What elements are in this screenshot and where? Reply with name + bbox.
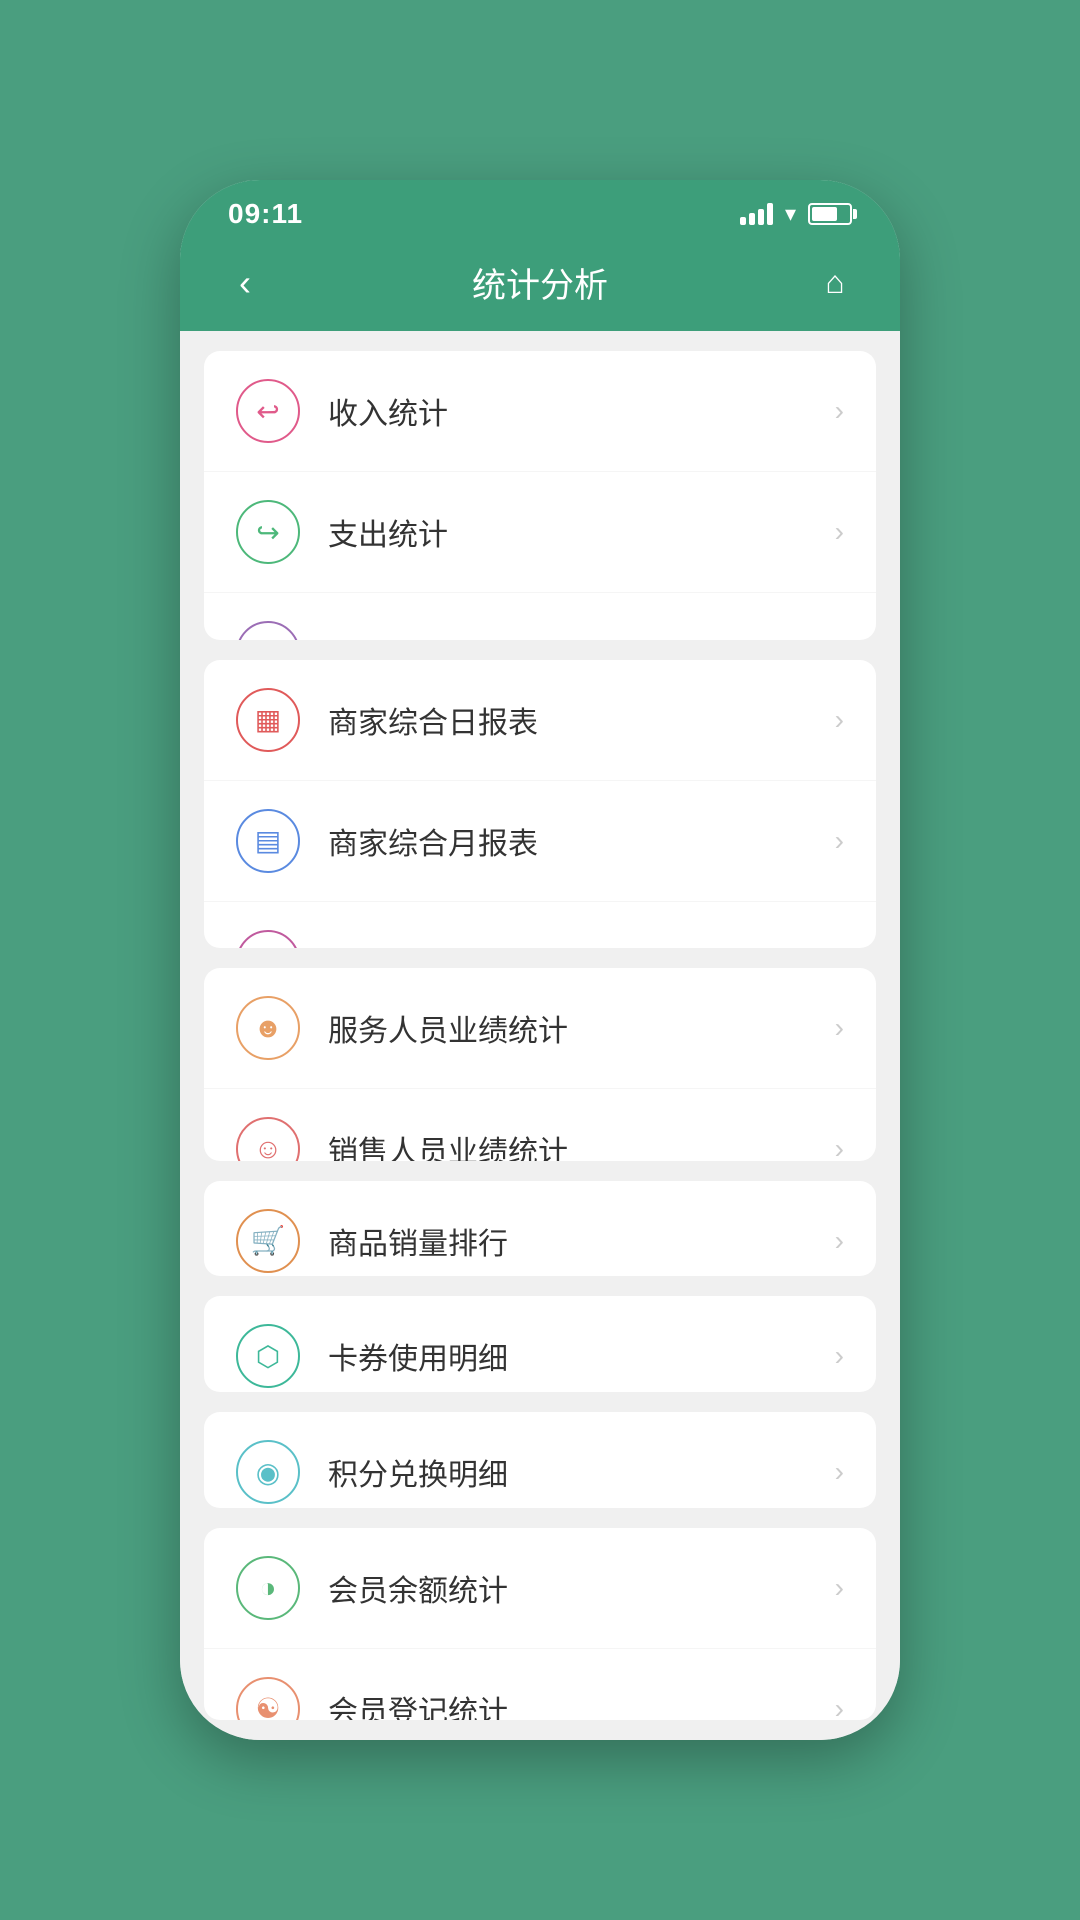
icon-points-detail: ◉: [236, 1440, 300, 1504]
label-revenue: 营业额统计: [328, 631, 835, 640]
label-member-compare: 会员/散客消费对比: [328, 940, 835, 949]
arrow-income: ›: [835, 395, 844, 427]
arrow-monthly-report: ›: [835, 825, 844, 857]
label-income: 收入统计: [328, 389, 835, 433]
card-group-group3: ☻服务人员业绩统计›☺销售人员业绩统计›: [204, 968, 876, 1160]
menu-item-monthly-report[interactable]: ▤ 商家综合月报表›: [204, 781, 876, 902]
icon-expense: ↪: [236, 500, 300, 564]
menu-item-sales-perf[interactable]: ☺ 销售人员业绩统计›: [204, 1089, 876, 1160]
arrow-revenue: ›: [835, 637, 844, 640]
label-sales-perf: 销售人员业绩统计: [328, 1127, 835, 1160]
arrow-sales-perf: ›: [835, 1133, 844, 1160]
menu-item-goods-rank[interactable]: 🛒 商品销量排行›: [204, 1181, 876, 1277]
page-title: 统计分析: [472, 258, 608, 307]
phone-frame: 09:11 ▾ ‹ 统计分析 ⌂ ↩收入统计›↪支出统计›↗营业额统计›▦商家综…: [180, 180, 900, 1740]
status-bar: 09:11 ▾: [180, 180, 900, 242]
label-staff-perf: 服务人员业绩统计: [328, 1006, 835, 1050]
label-member-register: 会员登记统计: [328, 1687, 835, 1720]
back-button[interactable]: ‹: [220, 262, 270, 304]
home-button[interactable]: ⌂: [810, 264, 860, 301]
label-member-balance: 会员余额统计: [328, 1566, 835, 1610]
card-group-group6: ◉ 积分兑换明细›: [204, 1412, 876, 1508]
card-group-group4: 🛒 商品销量排行›: [204, 1181, 876, 1277]
label-monthly-report: 商家综合月报表: [328, 819, 835, 863]
icon-revenue: ↗: [236, 621, 300, 640]
status-icons: ▾: [740, 201, 852, 227]
nav-bar: ‹ 统计分析 ⌂: [180, 242, 900, 331]
icon-member-compare: ◎: [236, 930, 300, 949]
card-group-group1: ↩收入统计›↪支出统计›↗营业额统计›: [204, 351, 876, 640]
arrow-member-register: ›: [835, 1693, 844, 1720]
icon-daily-report: ▦: [236, 688, 300, 752]
arrow-daily-report: ›: [835, 704, 844, 736]
icon-staff-perf: ☻: [236, 996, 300, 1060]
icon-member-register: ☯: [236, 1677, 300, 1720]
arrow-member-balance: ›: [835, 1572, 844, 1604]
battery-icon: [808, 203, 852, 225]
menu-item-coupon-detail[interactable]: ⬡ 卡券使用明细›: [204, 1296, 876, 1392]
menu-item-member-balance[interactable]: ◑ 会员余额统计›: [204, 1528, 876, 1649]
icon-goods-rank: 🛒: [236, 1209, 300, 1273]
label-goods-rank: 商品销量排行: [328, 1219, 835, 1263]
card-group-group7: ◑会员余额统计›☯会员登记统计›: [204, 1528, 876, 1720]
icon-member-balance: ◑: [236, 1556, 300, 1620]
label-daily-report: 商家综合日报表: [328, 698, 835, 742]
arrow-points-detail: ›: [835, 1456, 844, 1488]
arrow-expense: ›: [835, 516, 844, 548]
icon-sales-perf: ☺: [236, 1117, 300, 1160]
content-area: ↩收入统计›↪支出统计›↗营业额统计›▦商家综合日报表›▤商家综合月报表›◎会员…: [180, 331, 900, 1740]
menu-item-daily-report[interactable]: ▦ 商家综合日报表›: [204, 660, 876, 781]
wifi-icon: ▾: [785, 201, 796, 227]
label-coupon-detail: 卡券使用明细: [328, 1334, 835, 1378]
menu-item-points-detail[interactable]: ◉ 积分兑换明细›: [204, 1412, 876, 1508]
arrow-goods-rank: ›: [835, 1225, 844, 1257]
status-time: 09:11: [228, 198, 303, 230]
card-group-group2: ▦商家综合日报表›▤商家综合月报表›◎会员/散客消费对比›: [204, 660, 876, 949]
menu-item-member-compare[interactable]: ◎ 会员/散客消费对比›: [204, 902, 876, 949]
arrow-member-compare: ›: [835, 946, 844, 949]
label-points-detail: 积分兑换明细: [328, 1450, 835, 1494]
icon-income: ↩: [236, 379, 300, 443]
label-expense: 支出统计: [328, 510, 835, 554]
icon-coupon-detail: ⬡: [236, 1324, 300, 1388]
menu-item-member-register[interactable]: ☯ 会员登记统计›: [204, 1649, 876, 1720]
menu-item-staff-perf[interactable]: ☻ 服务人员业绩统计›: [204, 968, 876, 1089]
menu-item-revenue[interactable]: ↗ 营业额统计›: [204, 593, 876, 640]
arrow-coupon-detail: ›: [835, 1340, 844, 1372]
arrow-staff-perf: ›: [835, 1012, 844, 1044]
signal-icon: [740, 203, 773, 225]
menu-item-expense[interactable]: ↪ 支出统计›: [204, 472, 876, 593]
icon-monthly-report: ▤: [236, 809, 300, 873]
menu-item-income[interactable]: ↩ 收入统计›: [204, 351, 876, 472]
card-group-group5: ⬡ 卡券使用明细›: [204, 1296, 876, 1392]
